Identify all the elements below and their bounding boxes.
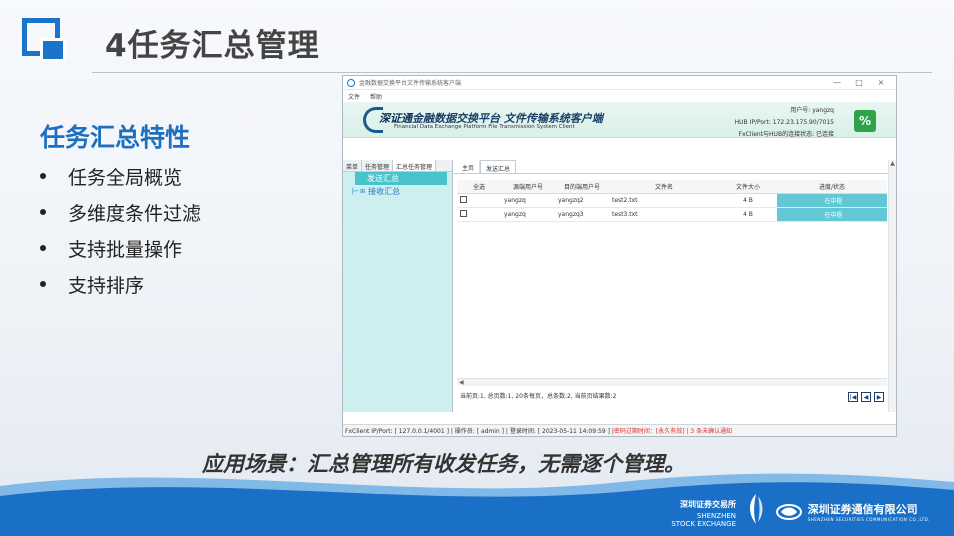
feature-list: 任务全局概览 多维度条件过滤 支持批量操作 支持排序 <box>40 158 201 302</box>
table-row[interactable]: yangzq yangzq2 test2.txt 4 B 在中枢 <box>457 193 887 208</box>
content-pane: 主页 发送汇总 全选 源端用户号 目的端用户号 文件名 文件大小 进度/状态 y… <box>454 160 896 412</box>
scroll-up-icon[interactable]: ▲ <box>889 160 896 167</box>
content-tabs: 主页 发送汇总 <box>454 160 896 174</box>
minimize-button[interactable]: — <box>826 78 848 87</box>
feature-heading: 任务汇总特性 <box>40 123 191 152</box>
filename-cell: test3.txt <box>609 207 719 222</box>
select-all-header[interactable]: 全选 <box>457 180 501 194</box>
dest-user-cell: yangzq3 <box>555 207 609 222</box>
status-cell: 在中枢 <box>777 207 887 222</box>
status-warning[interactable]: 密码过期时间：[永久有效] | 3 条未确认通知 <box>614 426 732 435</box>
tab-summary-management[interactable]: 汇总任务管理 <box>393 160 437 171</box>
window-body: 菜单 任务管理 汇总任务管理 发送汇总 ├─ ⊞ 接收汇总 主页 发送汇总 全选… <box>343 160 896 412</box>
status-info: FxClient IP/Port: [ 127.0.0.1/4001 ] | 操… <box>345 428 614 435</box>
tree-item-receive-summary[interactable]: ├─ ⊞ 接收汇总 <box>343 185 452 198</box>
dest-user-cell: yangzq2 <box>555 193 609 208</box>
pagination-info: 当前页:1, 总页数:1, 20条每页，总条数:2, 当前页结果数:2 <box>460 393 617 400</box>
source-user-cell: yangzq <box>501 207 555 222</box>
summary-tree: 发送汇总 ├─ ⊞ 接收汇总 <box>343 172 452 412</box>
filesize-cell: 4 B <box>719 207 777 222</box>
bullet-icon <box>40 245 46 251</box>
window-titlebar: 金融数据交换平台文件传输系统客户端 — □ × <box>343 76 896 90</box>
menu-help[interactable]: 帮助 <box>370 92 382 101</box>
scroll-left-icon[interactable]: ◀ <box>459 379 464 386</box>
window-title: 金融数据交换平台文件传输系统客户端 <box>359 80 462 87</box>
app-icon <box>347 78 355 87</box>
slide-logo-icon <box>22 18 72 64</box>
filename-cell: test2.txt <box>609 193 719 208</box>
tab-send-summary[interactable]: 发送汇总 <box>480 160 517 173</box>
banner-subtitle: Financial Data Exchange Platform File Tr… <box>394 124 575 130</box>
status-cell: 在中枢 <box>777 193 887 208</box>
client-window: 金融数据交换平台文件传输系统客户端 — □ × 文件 帮助 深证通金融数据交换平… <box>342 75 897 437</box>
task-summary-table: 全选 源端用户号 目的端用户号 文件名 文件大小 进度/状态 yangzq ya… <box>457 180 887 222</box>
vertical-scrollbar[interactable]: ▲ <box>888 160 896 412</box>
column-header[interactable]: 目的端用户号 <box>555 180 609 194</box>
nav-tabs: 菜单 任务管理 汇总任务管理 <box>343 160 452 172</box>
bullet-icon <box>40 281 46 287</box>
connected-status-icon[interactable]: % <box>854 110 876 132</box>
next-page-button[interactable]: ▶ <box>874 392 884 402</box>
feature-item: 任务全局概览 <box>40 158 201 194</box>
navigation-pane: 菜单 任务管理 汇总任务管理 发送汇总 ├─ ⊞ 接收汇总 <box>343 160 453 412</box>
feature-item: 支持批量操作 <box>40 230 201 266</box>
sscc-mark-icon <box>775 503 802 520</box>
tab-menu[interactable]: 菜单 <box>343 160 363 171</box>
hub-address: HUB IP/Port: 172.23.175.90/7015 <box>734 119 834 126</box>
row-checkbox[interactable] <box>460 195 467 203</box>
column-header[interactable]: 源端用户号 <box>501 180 555 194</box>
row-checkbox[interactable] <box>460 209 467 217</box>
filesize-cell: 4 B <box>719 193 777 208</box>
tree-branch-icon: ├─ ⊞ <box>351 188 366 195</box>
table-row[interactable]: yangzq yangzq3 test3.txt 4 B 在中枢 <box>457 207 887 222</box>
slide-title: 4任务汇总管理 <box>105 28 320 64</box>
menu-bar: 文件 帮助 <box>343 90 896 102</box>
connection-info: 用户号: yangzq HUB IP/Port: 172.23.175.90/7… <box>735 105 834 141</box>
footer-wave <box>0 473 954 536</box>
table-header: 全选 源端用户号 目的端用户号 文件名 文件大小 进度/状态 <box>457 180 887 194</box>
connection-status: FxClient与HUB的连接状态: 已连接 <box>738 131 834 138</box>
szse-mark-icon <box>750 494 763 524</box>
first-page-button[interactable]: |◀ <box>848 392 858 402</box>
bullet-icon <box>40 173 46 179</box>
maximize-button[interactable]: □ <box>848 78 870 87</box>
feature-item: 多维度条件过滤 <box>40 194 201 230</box>
close-button[interactable]: × <box>870 78 892 87</box>
szse-logo: 深圳证券交易所 SHENZHEN STOCK EXCHANGE <box>671 500 736 529</box>
tab-home[interactable]: 主页 <box>457 160 481 173</box>
app-banner: 深证通金融数据交换平台 文件传输系统客户端 Financial Data Exc… <box>343 102 896 138</box>
menu-file[interactable]: 文件 <box>348 92 360 101</box>
column-header[interactable]: 进度/状态 <box>777 180 887 194</box>
title-divider <box>92 72 932 73</box>
user-id: 用户号: yangzq <box>790 107 834 114</box>
status-bar: FxClient IP/Port: [ 127.0.0.1/4001 ] | 操… <box>343 424 896 436</box>
column-header[interactable]: 文件名 <box>609 180 719 194</box>
tab-task-management[interactable]: 任务管理 <box>362 160 394 171</box>
column-header[interactable]: 文件大小 <box>719 180 777 194</box>
tree-item-send-summary[interactable]: 发送汇总 <box>355 172 447 185</box>
pagination-controls: |◀ ◀ ▶ <box>848 392 884 402</box>
horizontal-scrollbar[interactable]: ◀ <box>457 378 887 386</box>
bullet-icon <box>40 209 46 215</box>
feature-item: 支持排序 <box>40 266 201 302</box>
source-user-cell: yangzq <box>501 193 555 208</box>
sscc-logo: 深圳证券通信有限公司 SHENZHEN SECURITIES COMMUNICA… <box>775 501 930 522</box>
prev-page-button[interactable]: ◀ <box>861 392 871 402</box>
